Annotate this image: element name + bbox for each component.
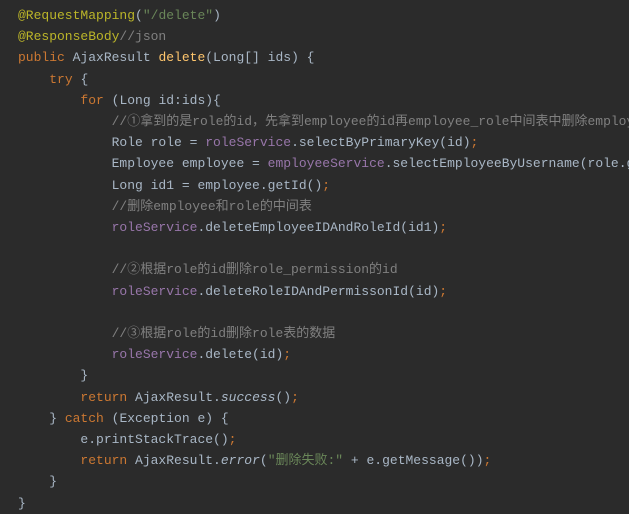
semicolon: ; <box>322 178 330 193</box>
code-line: //①拿到的是role的id，先拿到employee的id再employee_r… <box>18 111 629 132</box>
text: Long id1 = employee.getId() <box>112 178 323 193</box>
code-line: Role role = roleService.selectByPrimaryK… <box>18 132 629 153</box>
brace: { <box>80 72 88 87</box>
semicolon: ; <box>283 347 291 362</box>
keyword: public <box>18 50 73 65</box>
field: roleService <box>112 284 198 299</box>
comment: //删除employee和role的中间表 <box>112 199 312 214</box>
code-line: for (Long id:ids){ <box>18 90 629 111</box>
brace: } <box>18 496 26 511</box>
field: roleService <box>112 347 198 362</box>
type: AjaxResult <box>73 50 159 65</box>
string-literal: "删除失败:" <box>268 453 343 468</box>
text: ( <box>260 453 268 468</box>
field: employeeService <box>268 156 385 171</box>
comment: //①拿到的是role的id，先拿到employee的id再employee_r… <box>112 114 629 129</box>
code-line: roleService.deleteEmployeeIDAndRoleId(id… <box>18 217 629 238</box>
keyword: catch <box>65 411 112 426</box>
text: e.printStackTrace() <box>80 432 228 447</box>
static-method: error <box>221 453 260 468</box>
comment: //②根据role的id删除role_permission的id <box>112 262 398 277</box>
semicolon: ; <box>484 453 492 468</box>
method-name: delete <box>158 50 205 65</box>
text: .delete(id) <box>197 347 283 362</box>
code-line: } <box>18 365 629 386</box>
text: () <box>275 390 291 405</box>
code-line: //②根据role的id删除role_permission的id <box>18 259 629 280</box>
code-line: //删除employee和role的中间表 <box>18 196 629 217</box>
keyword: try <box>49 72 80 87</box>
brace: } <box>80 368 88 383</box>
code-line: roleService.deleteRoleIDAndPermissonId(i… <box>18 281 629 302</box>
string-literal: "/delete" <box>143 8 213 23</box>
text: ) <box>213 8 221 23</box>
code-line: } <box>18 471 629 492</box>
comment: //json <box>119 29 166 44</box>
keyword: for <box>80 93 111 108</box>
field: roleService <box>112 220 198 235</box>
keyword: return <box>80 453 135 468</box>
annotation: @ResponseBody <box>18 29 119 44</box>
code-line: //③根据role的id删除role表的数据 <box>18 323 629 344</box>
code-line: e.printStackTrace(); <box>18 429 629 450</box>
text: (Long id:ids){ <box>112 93 221 108</box>
keyword: return <box>80 390 135 405</box>
semicolon: ; <box>291 390 299 405</box>
text: .selectByPrimaryKey(id) <box>291 135 470 150</box>
code-line: @ResponseBody//json <box>18 26 629 47</box>
text: ( <box>135 8 143 23</box>
code-editor[interactable]: @RequestMapping("/delete") @ResponseBody… <box>18 5 629 514</box>
text: + e.getMessage()) <box>343 453 483 468</box>
code-line: roleService.delete(id); <box>18 344 629 365</box>
text: Role role = <box>112 135 206 150</box>
code-line: } <box>18 493 629 514</box>
text: Employee employee = <box>112 156 268 171</box>
annotation: @RequestMapping <box>18 8 135 23</box>
semicolon: ; <box>439 220 447 235</box>
static-method: success <box>221 390 276 405</box>
semicolon: ; <box>439 284 447 299</box>
text: AjaxResult. <box>135 390 221 405</box>
code-line: return AjaxResult.success(); <box>18 387 629 408</box>
code-line <box>18 238 629 259</box>
semicolon: ; <box>471 135 479 150</box>
code-line: public AjaxResult delete(Long[] ids) { <box>18 47 629 68</box>
code-line: @RequestMapping("/delete") <box>18 5 629 26</box>
code-line: try { <box>18 69 629 90</box>
text: .selectEmployeeByUsername(role.getSn()) <box>385 156 629 171</box>
field: roleService <box>205 135 291 150</box>
text: (Exception e) { <box>112 411 229 426</box>
text: .deleteRoleIDAndPermissonId(id) <box>197 284 439 299</box>
code-line: Employee employee = employeeService.sele… <box>18 153 629 174</box>
code-line: Long id1 = employee.getId(); <box>18 175 629 196</box>
comment: //③根据role的id删除role表的数据 <box>112 326 336 341</box>
text: (Long[] ids) { <box>205 50 314 65</box>
text: AjaxResult. <box>135 453 221 468</box>
text: .deleteEmployeeIDAndRoleId(id1) <box>197 220 439 235</box>
code-line: return AjaxResult.error("删除失败:" + e.getM… <box>18 450 629 471</box>
code-line <box>18 302 629 323</box>
text: } <box>49 411 65 426</box>
code-line: } catch (Exception e) { <box>18 408 629 429</box>
brace: } <box>49 474 57 489</box>
semicolon: ; <box>229 432 237 447</box>
